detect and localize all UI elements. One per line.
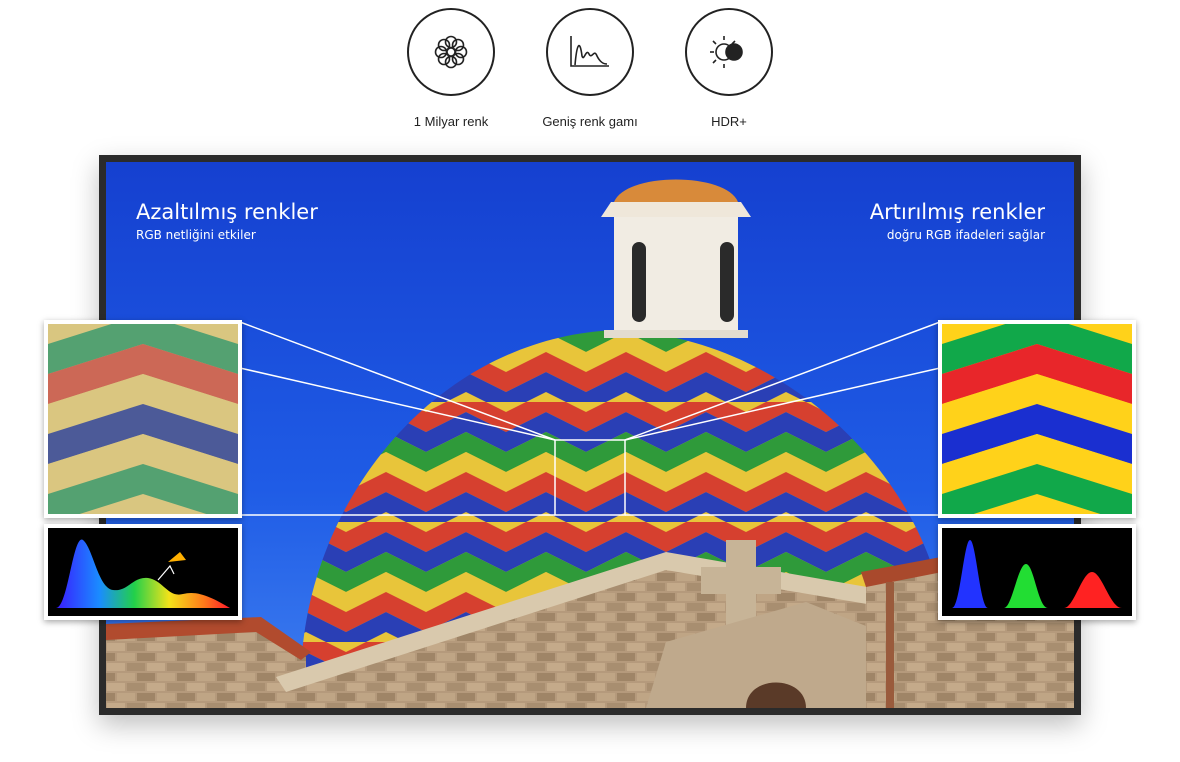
reduced-tiles-inset (44, 320, 242, 518)
enhanced-histogram-graph (952, 540, 1122, 608)
enhanced-tiles-image (942, 324, 1132, 514)
enhanced-histogram (938, 524, 1136, 620)
reduced-histogram-graph (56, 539, 230, 608)
enhanced-tiles-inset (938, 320, 1136, 518)
reduced-tiles-image (48, 324, 238, 514)
reduced-histogram (44, 524, 242, 620)
